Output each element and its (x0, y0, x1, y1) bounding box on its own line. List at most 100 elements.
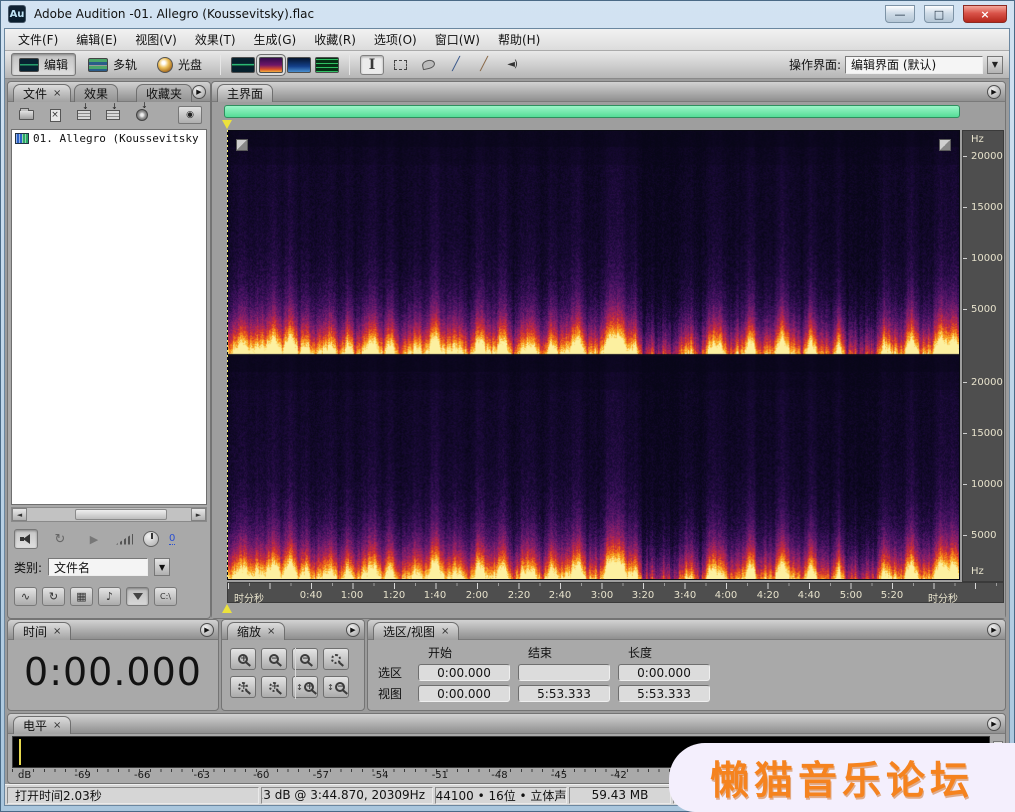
menu-help[interactable]: 帮助(H) (489, 29, 549, 50)
tab-files[interactable]: 文件 × (13, 84, 72, 102)
top-right-boundary-grip[interactable] (939, 139, 951, 151)
close-file-button[interactable]: × (45, 107, 65, 123)
view-length-field[interactable]: 5:53.333 (618, 685, 710, 702)
preview-volume-knob[interactable] (143, 531, 159, 547)
playhead-top-marker[interactable] (222, 120, 232, 129)
import-file-button[interactable] (16, 107, 36, 123)
menu-favorites[interactable]: 收藏(R) (305, 29, 365, 50)
edit-original-button[interactable] (132, 101, 152, 123)
close-button[interactable]: × (963, 5, 1007, 23)
workspace-dropdown[interactable]: 编辑界面 (默认) (845, 55, 983, 74)
time-ruler[interactable]: 时分秒 0:40 1:00 1:20 1:40 2:00 2:20 2:40 3… (227, 582, 1004, 605)
maximize-button[interactable]: □ (924, 5, 954, 23)
scrollbar-thumb[interactable] (75, 509, 167, 520)
menu-view[interactable]: 视图(V) (126, 29, 186, 50)
tab-main-interface[interactable]: 主界面 (217, 84, 274, 102)
tab-close-icon[interactable]: × (53, 88, 61, 99)
level-panel-menu-button[interactable]: ▶ (987, 717, 1001, 731)
menu-edit[interactable]: 编辑(E) (67, 29, 126, 50)
sort-category-row: 类别: 文件名 ▼ (14, 556, 171, 578)
waveform-display-button[interactable] (231, 56, 256, 73)
freq-label: 5000 (971, 530, 997, 541)
category-dropdown-arrow[interactable]: ▼ (154, 558, 171, 576)
zoom-selection-right-edge-button[interactable]: + (261, 676, 287, 698)
spectrogram-canvas[interactable] (227, 130, 960, 580)
loop-play-button[interactable]: ↻ (48, 529, 72, 549)
tab-time[interactable]: 时间 × (13, 622, 72, 640)
file-list-hscrollbar[interactable]: ◄ ► (11, 507, 207, 522)
time-selection-tool[interactable]: I (360, 54, 385, 75)
scrub-tool[interactable]: ◄) (500, 55, 524, 75)
menu-generate[interactable]: 生成(G) (245, 29, 306, 50)
preview-volume-value[interactable]: 0 (169, 533, 176, 545)
file-list-item[interactable]: 01. Allegro (Koussevitsky (12, 130, 206, 147)
file-list[interactable]: 01. Allegro (Koussevitsky (11, 129, 207, 505)
tab-close-icon[interactable]: × (53, 720, 61, 731)
frequency-ruler[interactable]: Hz 20000 15000 10000 5000 20000 15000 10… (962, 130, 1004, 582)
zoom-selection-left-edge-button[interactable]: + (230, 676, 256, 698)
spectral-pan-display-button[interactable] (287, 56, 312, 73)
files-panel-menu-button[interactable]: ▶ (192, 85, 206, 99)
time-readout[interactable]: 0:00.000 (8, 650, 218, 694)
tab-selection-view[interactable]: 选区/视图 × (373, 622, 460, 640)
zoom-panel-menu-button[interactable]: ▶ (346, 623, 360, 637)
menu-options[interactable]: 选项(O) (365, 29, 426, 50)
tab-close-icon[interactable]: × (53, 626, 61, 637)
selection-start-field[interactable]: 0:00.000 (418, 664, 510, 681)
play-button[interactable]: ▶ (82, 529, 106, 549)
selview-panel-menu-button[interactable]: ▶ (987, 623, 1001, 637)
main-panel-header: 主界面 ▶ (212, 82, 1005, 102)
menu-effects[interactable]: 效果(T) (186, 29, 245, 50)
minimize-button[interactable]: — (885, 5, 915, 23)
show-loop-files-button[interactable]: ↻ (42, 587, 65, 606)
scroll-right-button[interactable]: ► (191, 508, 206, 521)
view-start-field[interactable]: 0:00.000 (418, 685, 510, 702)
show-midi-files-button[interactable]: ♪ (98, 587, 121, 606)
zoom-in-horizontal-button[interactable]: + (230, 648, 256, 670)
tab-level[interactable]: 电平 × (13, 716, 72, 734)
menu-window[interactable]: 窗口(W) (426, 29, 489, 50)
zoom-out-vertical-button[interactable]: ↕ − (323, 676, 349, 698)
auto-play-button[interactable] (14, 529, 38, 549)
show-full-path-button[interactable]: C:\ (154, 587, 177, 606)
tab-close-icon[interactable]: × (267, 626, 275, 637)
zoom-to-selection-button[interactable] (323, 648, 349, 670)
tab-close-icon[interactable]: × (441, 626, 449, 637)
overview-navigator-bar[interactable] (224, 105, 960, 118)
multitrack-view-button[interactable]: 多轨 (80, 53, 145, 76)
view-end-field[interactable]: 5:53.333 (518, 685, 610, 702)
freq-tick (963, 433, 967, 434)
spot-healing-brush-tool[interactable]: ╱ (472, 55, 496, 75)
filter-options-button[interactable] (126, 587, 149, 606)
time-panel-menu-button[interactable]: ▶ (200, 623, 214, 637)
show-audio-files-button[interactable]: ∿ (14, 587, 37, 606)
scroll-left-button[interactable]: ◄ (12, 508, 27, 521)
insert-multitrack-button[interactable] (74, 102, 94, 123)
spectral-display-button[interactable] (259, 56, 284, 73)
marquee-selection-tool[interactable] (388, 55, 412, 75)
category-dropdown[interactable]: 文件名 (48, 558, 149, 576)
tab-zoom[interactable]: 缩放 × (227, 622, 286, 640)
tab-favorites[interactable]: 收藏夹 (136, 84, 192, 102)
advanced-options-button[interactable]: ◉ (178, 106, 202, 124)
multitrack-label: 多轨 (113, 58, 138, 72)
title-bar[interactable]: Au Adobe Audition -01. Allegro (Koussevi… (0, 0, 1015, 28)
client-area: 文件(F) 编辑(E) 视图(V) 效果(T) 生成(G) 收藏(R) 选项(O… (4, 28, 1010, 806)
cd-view-button[interactable]: 光盘 (149, 53, 210, 76)
tab-effects[interactable]: 效果 (74, 84, 119, 102)
insert-cd-list-button[interactable] (103, 102, 123, 123)
lasso-selection-tool[interactable] (416, 55, 440, 75)
spectral-phase-display-button[interactable] (315, 56, 340, 73)
playhead-bottom-marker[interactable] (222, 604, 232, 613)
selection-end-field[interactable] (518, 664, 610, 681)
selection-length-field[interactable]: 0:00.000 (618, 664, 710, 681)
file-name: 01. Allegro (Koussevitsky (33, 132, 199, 145)
show-video-files-button[interactable]: ▦ (70, 587, 93, 606)
main-panel-menu-button[interactable]: ▶ (987, 85, 1001, 99)
effects-paintbrush-tool[interactable]: ╱ (444, 55, 468, 75)
top-left-boundary-grip[interactable] (236, 139, 248, 151)
zoom-out-horizontal-button[interactable]: − (261, 648, 287, 670)
menu-file[interactable]: 文件(F) (9, 29, 67, 50)
workspace-dropdown-arrow[interactable]: ▼ (987, 55, 1003, 74)
edit-view-button[interactable]: 编辑 (11, 53, 77, 76)
